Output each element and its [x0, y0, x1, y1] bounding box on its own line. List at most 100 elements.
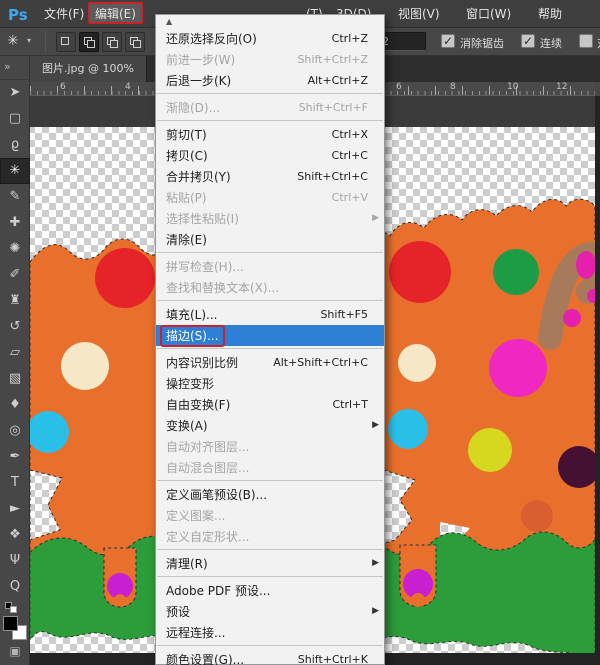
spot-healing-tool[interactable]: ✺ — [0, 236, 30, 262]
menubar-item-edit[interactable]: 编辑(E) — [88, 2, 143, 24]
edit-menu-item[interactable]: 操控变形 — [156, 373, 384, 394]
zoom-tool[interactable]: Q — [0, 574, 30, 600]
edit-menu-item[interactable]: 拼写检查(H)... — [156, 256, 384, 277]
edit-menu-item[interactable]: 自由变换(F) Ctrl+T — [156, 394, 384, 415]
brush-tool[interactable]: ✐ — [0, 262, 30, 288]
submenu-arrow-icon: ▶ — [372, 213, 379, 223]
edit-menu-item[interactable]: 后退一步(K) Alt+Ctrl+Z — [156, 70, 384, 91]
menu-item-label: 选择性粘贴(I) — [166, 210, 239, 227]
edit-menu-item[interactable]: 清理(R) ▶ — [156, 553, 384, 574]
subtract-from-selection-button[interactable] — [102, 32, 122, 52]
eyedropper-tool[interactable]: ✎ — [0, 184, 30, 210]
menubar-item-file[interactable]: 文件(F) — [44, 0, 84, 28]
edit-menu-item[interactable]: 预设 ▶ — [156, 601, 384, 622]
hand-tool[interactable]: Ψ — [0, 548, 30, 574]
edit-menu-item[interactable]: 描边(S)... — [156, 325, 384, 346]
type-tool[interactable]: T — [0, 470, 30, 496]
foreground-color-swatch[interactable] — [3, 616, 18, 631]
pen-tool[interactable]: ✒ — [0, 444, 30, 470]
default-colors-icon[interactable] — [5, 602, 29, 614]
menu-item-label: 清理(R) — [166, 555, 208, 572]
edit-menu-panel: ▲ 还原选择反向(O) Ctrl+Z 前进一步(W) Shift+Ctrl+Z … — [155, 14, 385, 665]
add-to-selection-button[interactable] — [79, 32, 99, 52]
edit-menu-item[interactable]: 还原选择反向(O) Ctrl+Z — [156, 28, 384, 49]
menu-item-label: 定义自定形状... — [166, 528, 249, 545]
ruler-number: 4 — [125, 82, 131, 92]
edit-menu-item[interactable]: 填充(L)... Shift+F5 — [156, 304, 384, 325]
shape-tool[interactable]: ❖ — [0, 522, 30, 548]
menu-item-label: 还原选择反向(O) — [166, 30, 257, 47]
menu-item-label: 查找和替换文本(X)... — [166, 279, 279, 296]
magic-wand-tool[interactable]: ✳ — [0, 158, 30, 184]
blur-tool[interactable]: ♦ — [0, 392, 30, 418]
intersect-selection-button[interactable] — [125, 32, 145, 52]
clone-stamp-tool[interactable]: ♜ — [0, 288, 30, 314]
edit-menu-item[interactable]: 定义图案... — [156, 505, 384, 526]
lasso-tool[interactable]: ϱ — [0, 132, 30, 158]
path-select-tool[interactable]: ► — [0, 496, 30, 522]
edit-menu-item[interactable]: 自动混合图层... — [156, 457, 384, 478]
eraser-tool[interactable]: ▱ — [0, 340, 30, 366]
healing-brush-tool[interactable]: ✚ — [0, 210, 30, 236]
quick-mask-icon[interactable]: ▣ — [0, 644, 30, 658]
edit-menu-item[interactable]: 定义画笔预设(B)... — [156, 484, 384, 505]
edit-menu-item[interactable]: 定义自定形状... — [156, 526, 384, 547]
edit-menu-item[interactable]: 颜色设置(G)... Shift+Ctrl+K — [156, 649, 384, 665]
new-selection-button[interactable] — [56, 32, 76, 52]
menu-item-shortcut: Shift+F5 — [320, 308, 368, 321]
checkbox[interactable]: ✓ — [441, 34, 455, 48]
menubar-item-help[interactable]: 帮助 — [538, 0, 562, 28]
menu-item-label: 自动混合图层... — [166, 459, 249, 476]
edit-menu-item[interactable]: 变换(A) ▶ — [156, 415, 384, 436]
ruler-number: 6 — [60, 82, 66, 92]
menu-item-label: 定义图案... — [166, 507, 225, 524]
checkbox-label: 连续 — [540, 35, 562, 51]
options-divider — [45, 31, 46, 53]
edit-menu-item[interactable]: Adobe PDF 预设... — [156, 580, 384, 601]
edit-menu-item[interactable]: 拷贝(C) Ctrl+C — [156, 145, 384, 166]
document-tab[interactable]: 图片.jpg @ 100% — [30, 56, 147, 82]
dodge-tool[interactable]: ◎ — [0, 418, 30, 444]
edit-menu-item[interactable]: 粘贴(P) Ctrl+V — [156, 187, 384, 208]
edit-menu-item[interactable]: 远程连接... — [156, 622, 384, 643]
menu-item-label: 拷贝(C) — [166, 147, 208, 164]
collapse-panel-icon[interactable]: » — [0, 56, 29, 80]
ruler-number: 8 — [450, 82, 456, 92]
edit-menu-item[interactable]: 合并拷贝(Y) Shift+Ctrl+C — [156, 166, 384, 187]
menubar-item-view[interactable]: 视图(V) — [398, 0, 440, 28]
menu-item-shortcut: Shift+Ctrl+K — [298, 653, 368, 665]
menu-item-label: 合并拷贝(Y) — [166, 168, 231, 185]
submenu-arrow-icon: ▶ — [372, 606, 379, 616]
checkbox-label: 消除锯齿 — [460, 35, 504, 51]
edit-menu-item[interactable]: 前进一步(W) Shift+Ctrl+Z — [156, 49, 384, 70]
menu-item-label: 后退一步(K) — [166, 72, 231, 89]
menu-item-label: 自由变换(F) — [166, 396, 230, 413]
gradient-tool[interactable]: ▧ — [0, 366, 30, 392]
checkbox[interactable]: ✓ — [521, 34, 535, 48]
edit-menu-item[interactable]: 清除(E) — [156, 229, 384, 250]
ruler-number: 6 — [396, 82, 402, 92]
ruler-number: 10 — [507, 82, 518, 92]
edit-menu-item[interactable]: 选择性粘贴(I) ▶ — [156, 208, 384, 229]
tool-preset-caret-icon[interactable]: ▾ — [27, 36, 31, 45]
menu-item-shortcut: Ctrl+Z — [332, 32, 368, 45]
marquee-tool[interactable]: ▢ — [0, 106, 30, 132]
menu-item-label: 填充(L)... — [166, 306, 218, 323]
edit-menu-item[interactable]: 自动对齐图层... — [156, 436, 384, 457]
edit-menu-item[interactable]: 查找和替换文本(X)... — [156, 277, 384, 298]
edit-menu-item[interactable]: 内容识别比例 Alt+Shift+Ctrl+C — [156, 352, 384, 373]
menu-item-label: 自动对齐图层... — [166, 438, 249, 455]
menu-item-shortcut: Shift+Ctrl+Z — [297, 53, 368, 66]
move-tool[interactable]: ➤ — [0, 80, 30, 106]
menu-item-label: 变换(A) — [166, 417, 208, 434]
menu-scroll-up-icon[interactable]: ▲ — [156, 15, 384, 28]
menubar-item-window[interactable]: 窗口(W) — [466, 0, 511, 28]
history-brush-tool[interactable]: ↺ — [0, 314, 30, 340]
submenu-arrow-icon: ▶ — [372, 420, 379, 430]
menu-item-shortcut: Alt+Shift+Ctrl+C — [273, 356, 368, 369]
edit-menu-item[interactable]: 渐隐(D)... Shift+Ctrl+F — [156, 97, 384, 118]
edit-menu-item[interactable]: 剪切(T) Ctrl+X — [156, 124, 384, 145]
menu-item-shortcut: Alt+Ctrl+Z — [308, 74, 368, 87]
magic-wand-preset-icon[interactable]: ✳ — [7, 33, 19, 49]
checkbox[interactable] — [579, 34, 593, 48]
